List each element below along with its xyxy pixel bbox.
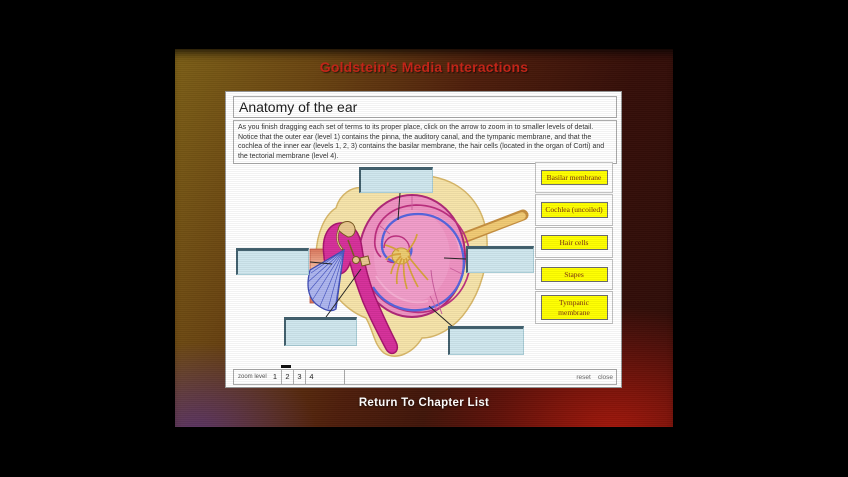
term-slot[interactable]: Tympanic membrane	[535, 291, 613, 324]
term-hair-cells[interactable]: Hair cells	[540, 234, 608, 251]
drop-box-cochlea[interactable]	[466, 246, 534, 273]
media-player-window: Goldstein's Media Interactions Anatomy o…	[175, 49, 673, 427]
term-slot[interactable]: Hair cells	[535, 227, 613, 258]
zoom-level-section: zoom level 1 2 3 4	[234, 365, 345, 384]
term-basilar-membrane[interactable]: Basilar membrane	[540, 169, 608, 186]
term-stapes[interactable]: Stapes	[540, 266, 608, 283]
drop-box-apex[interactable]	[359, 167, 433, 193]
return-to-chapter-list-link[interactable]: Return To Chapter List	[175, 397, 673, 409]
drop-box-eardrum[interactable]	[236, 248, 309, 275]
zoom-level-3[interactable]: 3	[293, 370, 305, 384]
zoom-level-4[interactable]: 4	[305, 370, 317, 384]
term-slot[interactable]: Stapes	[535, 259, 613, 290]
term-slot[interactable]: Basilar membrane	[535, 162, 613, 193]
term-tympanic-membrane[interactable]: Tympanic membrane	[540, 295, 608, 320]
instructions-text: As you finish dragging each set of terms…	[233, 120, 617, 164]
activity-panel: Anatomy of the ear As you finish draggin…	[225, 91, 622, 388]
zoom-level-label: zoom level	[238, 374, 267, 380]
screen: Goldstein's Media Interactions Anatomy o…	[0, 0, 848, 477]
drop-box-basilar[interactable]	[448, 326, 524, 355]
zoom-control-bar: zoom level 1 2 3 4 reset close	[233, 365, 617, 385]
term-slot[interactable]: Cochlea (uncoiled)	[535, 194, 613, 226]
current-level-marker	[281, 365, 291, 368]
drop-box-stapes[interactable]	[284, 317, 357, 346]
activity-title: Anatomy of the ear	[233, 96, 617, 118]
term-cochlea-uncoiled[interactable]: Cochlea (uncoiled)	[540, 202, 608, 218]
app-title: Goldstein's Media Interactions	[319, 59, 529, 75]
zoom-level-2[interactable]: 2	[281, 370, 293, 384]
reset-button[interactable]: reset	[576, 374, 590, 381]
zoom-level-1[interactable]: 1	[269, 370, 281, 384]
close-button[interactable]: close	[598, 374, 613, 381]
